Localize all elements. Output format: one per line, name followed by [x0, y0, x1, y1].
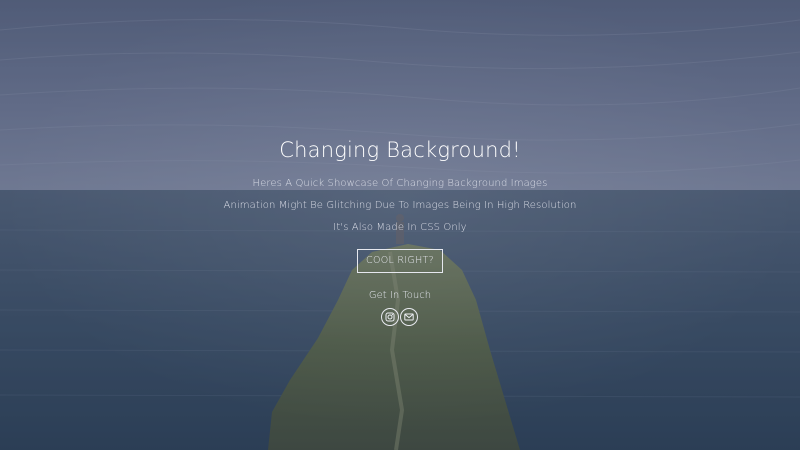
tagline-line-1: Heres A Quick Showcase Of Changing Backg… — [252, 178, 548, 189]
instagram-link[interactable] — [381, 308, 399, 326]
get-in-touch-heading: Get In Touch — [368, 290, 432, 301]
mail-icon — [404, 313, 414, 321]
hero-section: Changing Background! Heres A Quick Showc… — [0, 0, 800, 450]
cool-right-button[interactable]: COOL RIGHT? — [357, 249, 443, 273]
social-links — [381, 308, 419, 326]
mail-link[interactable] — [400, 308, 418, 326]
hero-title: Changing Background! — [279, 138, 521, 162]
tagline-line-3: It's Also Made In CSS Only — [333, 222, 467, 233]
instagram-icon — [385, 312, 395, 322]
hero-content: Changing Background! Heres A Quick Showc… — [0, 0, 800, 450]
tagline-line-2: Animation Might Be Glitching Due To Imag… — [223, 200, 577, 211]
